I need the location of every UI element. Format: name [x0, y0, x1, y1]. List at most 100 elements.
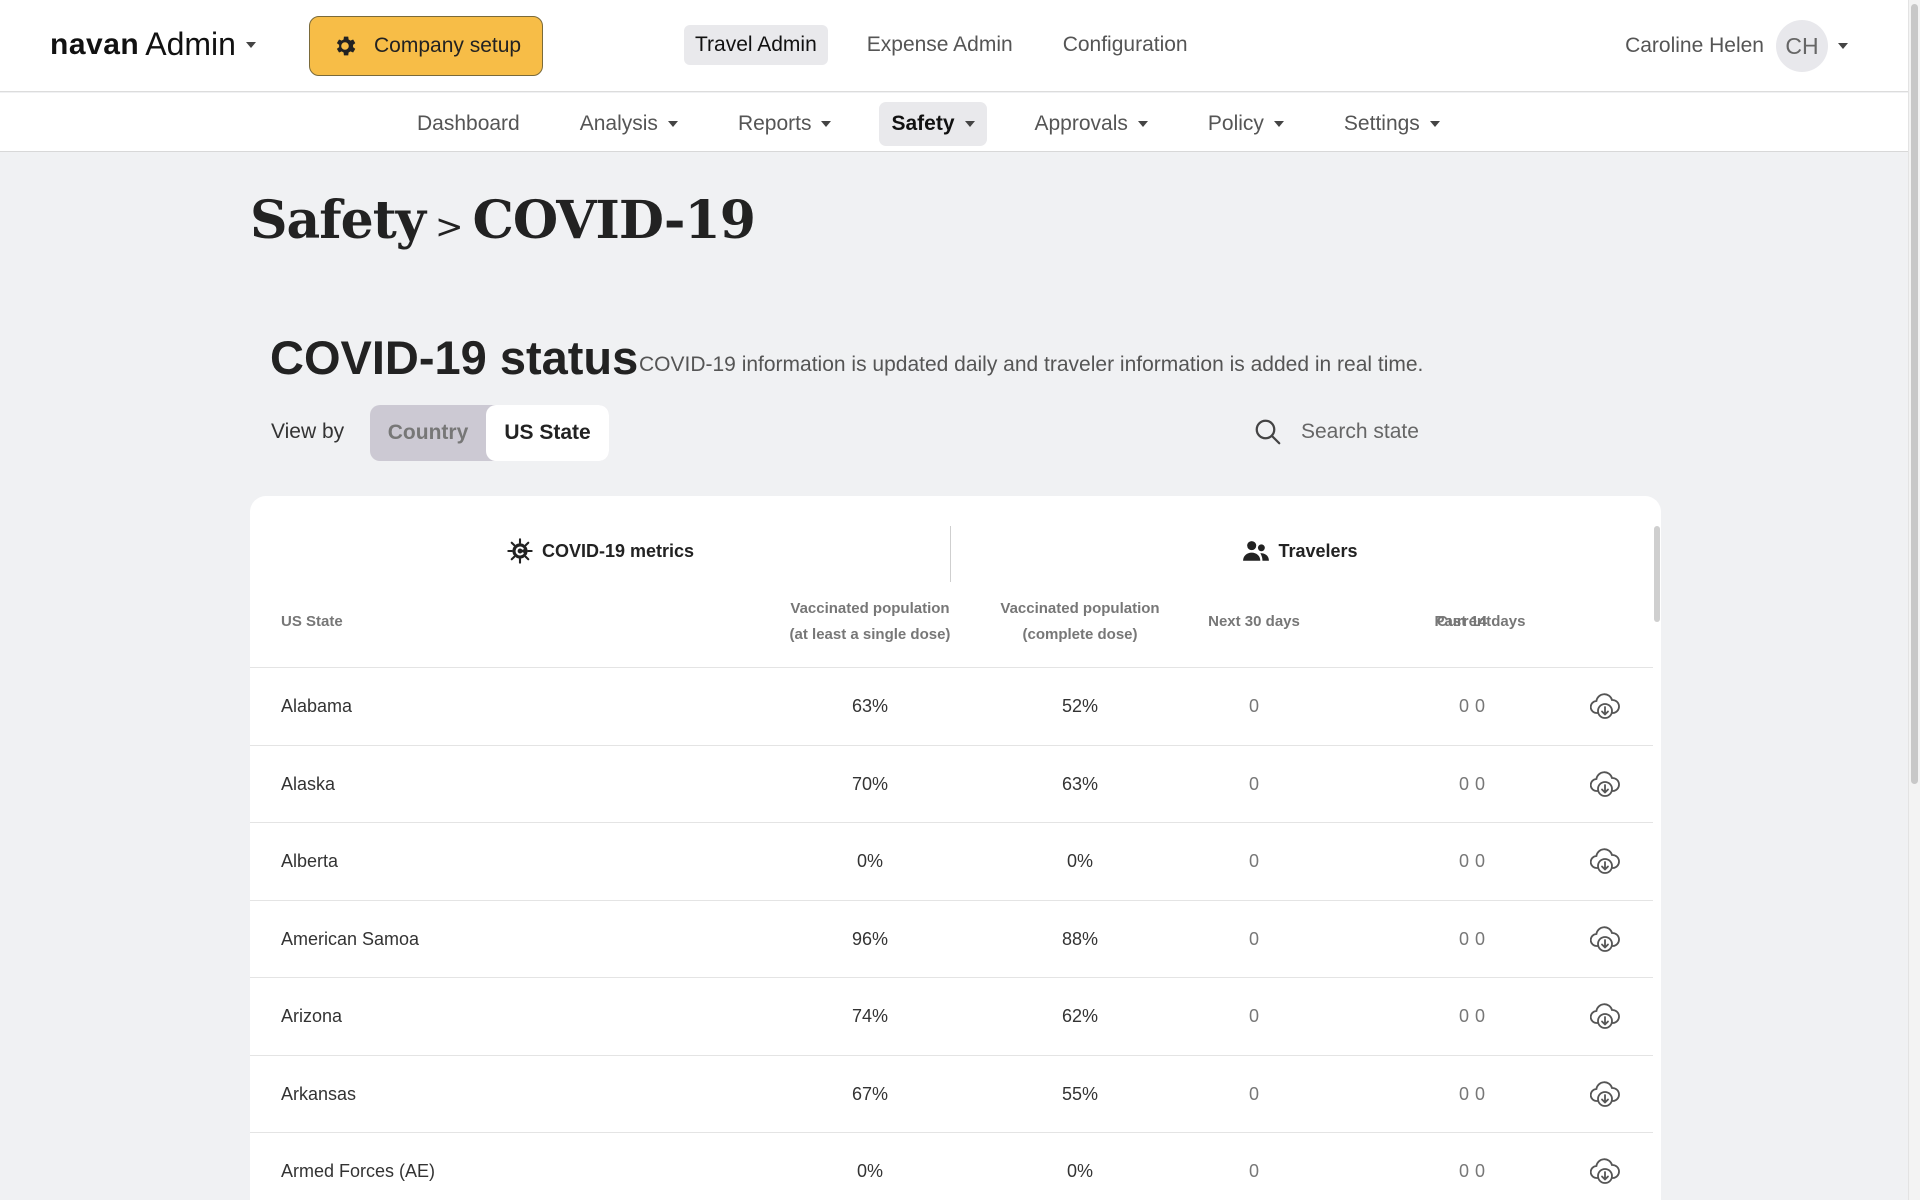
page-scrollbar[interactable] [1908, 0, 1920, 1200]
cell-vaccinated-single: 0% [856, 851, 883, 871]
table-row[interactable]: Armed Forces (AE) 0% 0% 0 0 0 [250, 1132, 1653, 1200]
app-switcher[interactable]: navan Admin [50, 26, 256, 63]
chevron-down-icon [1429, 121, 1440, 127]
cell-vaccinated-complete: 88% [1061, 928, 1099, 949]
table-scrollbar-thumb[interactable] [1654, 526, 1660, 622]
avatar: CH [1776, 20, 1828, 72]
cell-vaccinated-complete: 52% [1061, 696, 1099, 716]
toggle-country[interactable]: Country [370, 405, 486, 461]
company-setup-label: Company setup [374, 34, 522, 57]
cell-vaccinated-single: 63% [851, 696, 889, 716]
chevron-down-icon [245, 41, 256, 48]
nav-label: Safety [891, 112, 955, 135]
covid-table-card: COVID-19 metrics Travelers US State Vacc… [250, 496, 1661, 1200]
search-input[interactable] [1301, 420, 1501, 444]
nav-approvals[interactable]: Approvals [1023, 102, 1160, 146]
cell-next-30-days: 0 [1248, 1161, 1259, 1181]
cell-vaccinated-single: 74% [851, 1006, 889, 1026]
cell-vaccinated-complete: 62% [1061, 1006, 1099, 1026]
user-name: Caroline Helen [1625, 34, 1764, 57]
chevron-down-icon [1838, 43, 1848, 49]
download-button[interactable] [1589, 1002, 1620, 1035]
tab-expense-admin[interactable]: Expense Admin [856, 25, 1024, 65]
nav-reports[interactable]: Reports [726, 102, 844, 146]
nav-label: Analysis [579, 112, 658, 135]
table-row[interactable]: Alaska 70% 63% 0 0 0 [250, 744, 1653, 822]
download-icon [1589, 1080, 1620, 1107]
download-icon [1589, 1158, 1620, 1184]
breadcrumb-parent[interactable]: Safety [250, 190, 426, 251]
search-box [1253, 417, 1501, 447]
cell-next-30-days: 0 [1248, 773, 1259, 794]
download-button[interactable] [1589, 1157, 1620, 1190]
group-travelers-label: Travelers [1278, 540, 1358, 561]
cell-state: Alberta [281, 851, 339, 871]
table-row[interactable]: Arkansas 67% 55% 0 0 0 [250, 1054, 1653, 1132]
download-icon [1589, 1003, 1620, 1029]
sub-nav: Dashboard Analysis Reports Safety Approv… [0, 93, 1908, 152]
download-button[interactable] [1589, 925, 1620, 958]
table-row[interactable]: Arizona 74% 62% 0 0 0 [250, 977, 1653, 1054]
cell-vaccinated-complete: 0% [1066, 1161, 1093, 1181]
cell-next-30-days: 0 [1248, 696, 1259, 716]
top-bar: navan Admin Company setup Travel Admin E… [0, 0, 1908, 92]
virus-icon [507, 538, 533, 564]
table-scrollbar[interactable] [1653, 526, 1661, 1200]
cell-state: Arkansas [281, 1083, 357, 1104]
cell-past-14-days: 0 [1474, 851, 1485, 871]
cell-past-14-days: 0 [1474, 1161, 1485, 1181]
cell-vaccinated-complete: 0% [1066, 851, 1093, 871]
cell-state: Alabama [281, 696, 353, 716]
status-title: COVID-19 status [270, 331, 639, 384]
chevron-down-icon [667, 121, 678, 127]
view-by-toggle: Country US State [370, 405, 609, 461]
cell-state: Alaska [281, 773, 336, 794]
col-us-state[interactable]: US State [281, 609, 343, 635]
download-button[interactable] [1589, 1080, 1620, 1113]
nav-dashboard[interactable]: Dashboard [405, 102, 532, 146]
nav-safety[interactable]: Safety [879, 102, 987, 146]
breadcrumb-separator: > [434, 207, 463, 247]
download-icon [1589, 693, 1620, 719]
tab-configuration[interactable]: Configuration [1052, 25, 1199, 65]
nav-policy[interactable]: Policy [1196, 102, 1296, 146]
chevron-down-icon [1137, 121, 1148, 127]
nav-analysis[interactable]: Analysis [568, 102, 690, 146]
cell-past-14-days: 0 [1474, 1006, 1485, 1026]
table-row[interactable]: Alberta 0% 0% 0 0 0 [250, 822, 1653, 899]
status-subtitle: COVID-19 information is updated daily an… [639, 353, 1424, 376]
table-row[interactable]: American Samoa 96% 88% 0 0 0 [250, 899, 1653, 977]
gear-icon [336, 36, 356, 56]
download-icon [1589, 925, 1620, 952]
group-metrics-label: COVID-19 metrics [541, 540, 695, 561]
cell-past-14-days: 0 [1474, 1083, 1485, 1104]
download-button[interactable] [1589, 770, 1620, 803]
cell-next-30-days: 0 [1248, 851, 1259, 871]
toggle-us-state[interactable]: US State [486, 405, 609, 461]
cell-state: Arizona [281, 1006, 343, 1026]
group-covid-metrics: COVID-19 metrics [250, 526, 950, 576]
download-icon [1589, 848, 1620, 874]
top-nav: Travel Admin Expense Admin Configuration [684, 25, 1227, 65]
tab-travel-admin[interactable]: Travel Admin [684, 25, 828, 65]
cell-vaccinated-single: 70% [851, 773, 889, 794]
nav-label: Policy [1207, 112, 1264, 135]
nav-settings[interactable]: Settings [1332, 102, 1452, 146]
download-button[interactable] [1589, 692, 1620, 725]
download-button[interactable] [1589, 847, 1620, 880]
cell-vaccinated-complete: 55% [1061, 1083, 1099, 1104]
company-setup-button[interactable]: Company setup [309, 16, 543, 76]
cell-next-30-days: 0 [1248, 1083, 1259, 1104]
page-scrollbar-thumb[interactable] [1911, 4, 1918, 784]
col-past-14-days[interactable]: Past 14 days [1380, 609, 1580, 635]
cell-past-14-days: 0 [1474, 928, 1485, 949]
chevron-down-icon [964, 121, 975, 127]
cell-vaccinated-single: 96% [851, 928, 889, 949]
travelers-icon [1243, 541, 1270, 561]
col-next-30-days[interactable]: Next 30 days [1154, 609, 1354, 635]
cell-past-14-days: 0 [1474, 696, 1485, 716]
cell-vaccinated-single: 0% [856, 1161, 883, 1181]
table-row[interactable]: Alabama 63% 52% 0 0 0 [250, 667, 1653, 744]
user-menu[interactable]: Caroline Helen CH [1625, 20, 1848, 72]
nav-label: Settings [1343, 112, 1420, 135]
